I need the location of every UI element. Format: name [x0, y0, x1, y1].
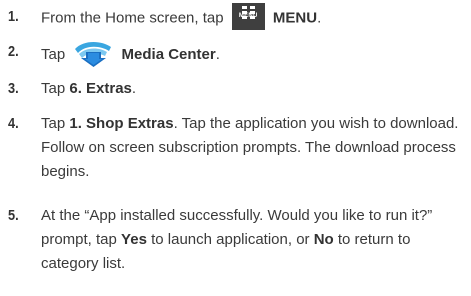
media-center-icon	[75, 41, 112, 67]
step-number: 3.	[8, 80, 19, 97]
extras-label: 6. Extras	[69, 80, 132, 97]
instruction-list: 1. From the Home screen, tap MENU MENU. …	[0, 0, 471, 296]
step-number: 4.	[8, 115, 19, 132]
no-label: No	[313, 231, 334, 248]
menu-icon-label: MENU	[238, 13, 258, 19]
step-number: 1.	[8, 8, 19, 25]
menu-icon: MENU	[231, 3, 265, 30]
menu-label: MENU	[272, 9, 318, 27]
step-number: 5.	[8, 207, 19, 224]
shop-extras-label: 1. Shop Extras	[69, 115, 174, 132]
step-number: 2.	[8, 43, 19, 60]
media-center-label: Media Center	[121, 45, 216, 63]
step-text: At the “App installed successfully. Woul…	[41, 207, 433, 272]
step-text: Tap 1. Shop Extras. Tap the application …	[41, 115, 459, 180]
step-text: From the Home screen, tap MENU MENU.	[41, 3, 466, 32]
step-text: Tap 6. Extras.	[41, 80, 137, 97]
step-text: Tap Media Center.	[41, 40, 466, 70]
yes-label: Yes	[121, 231, 147, 248]
